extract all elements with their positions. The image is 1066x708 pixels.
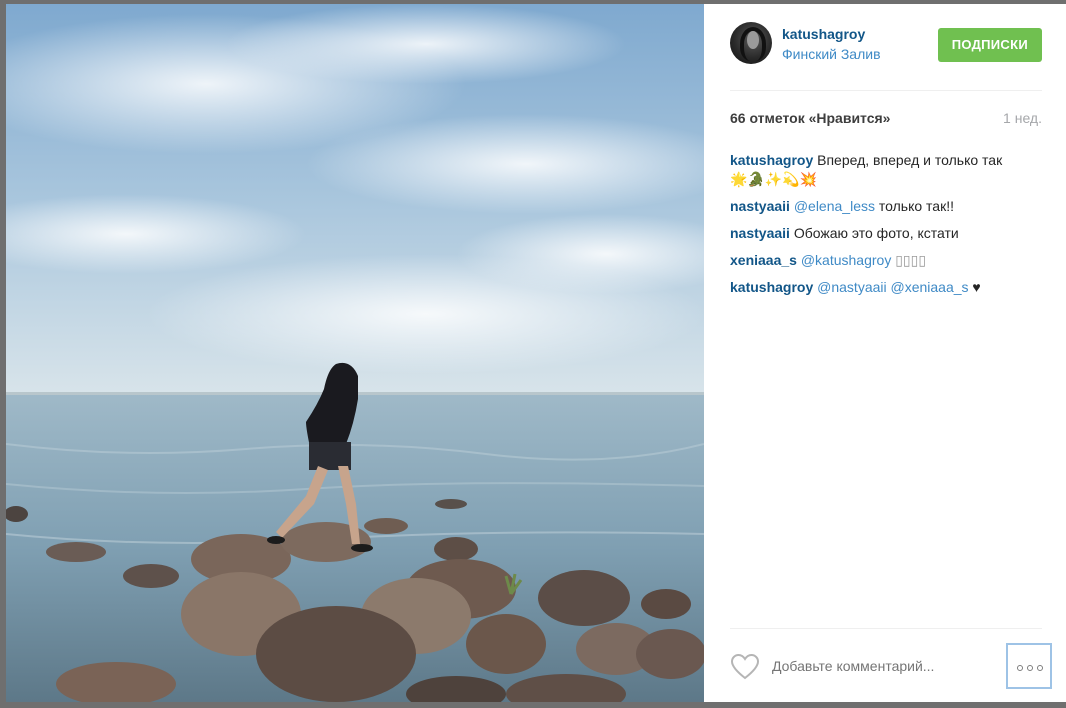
post-header: katushagroy Финский Залив ПОДПИСКИ (730, 22, 1042, 80)
comment-text: ▯▯▯▯ (891, 252, 927, 268)
post-modal: katushagroy Финский Залив ПОДПИСКИ 66 от… (6, 4, 1066, 702)
likes-count[interactable]: 66 отметок «Нравится» (730, 110, 890, 126)
username-link[interactable]: katushagroy (782, 26, 865, 42)
comments-list: katushagroy Вперед, вперед и только так 🌟… (730, 151, 1048, 305)
likes-row: 66 отметок «Нравится» 1 нед. (730, 110, 1042, 126)
comment-item: nastyaaii Обожаю это фото, кстати (730, 224, 1048, 243)
avatar-face (747, 31, 759, 49)
comment-item: katushagroy @nastyaaii @xeniaaa_s ♥ (730, 278, 1048, 297)
comment-mention[interactable]: @elena_less (790, 198, 875, 214)
post-photo[interactable] (6, 4, 704, 702)
comment-username[interactable]: xeniaaa_s (730, 252, 797, 268)
post-sidebar: katushagroy Финский Залив ПОДПИСКИ 66 от… (704, 4, 1066, 702)
comment-input[interactable] (772, 656, 1002, 676)
comment-item: katushagroy Вперед, вперед и только так 🌟… (730, 151, 1048, 189)
more-options-icon[interactable] (1006, 643, 1052, 689)
comment-box (730, 640, 1052, 690)
comment-username[interactable]: katushagroy (730, 279, 813, 295)
comment-username[interactable]: katushagroy (730, 152, 813, 168)
comment-text: ♥ (968, 279, 981, 295)
follow-button[interactable]: ПОДПИСКИ (937, 28, 1042, 62)
footer-divider (730, 628, 1042, 629)
comment-username[interactable]: nastyaaii (730, 225, 790, 241)
header-divider (730, 90, 1042, 91)
post-time[interactable]: 1 нед. (1003, 110, 1042, 126)
photo-image (6, 4, 704, 702)
location-link[interactable]: Финский Залив (782, 46, 881, 62)
comment-text: только так!! (874, 198, 954, 214)
avatar[interactable] (730, 22, 772, 64)
comment-mention[interactable]: @nastyaaii @xeniaaa_s (813, 279, 968, 295)
comment-mention[interactable]: @katushagroy (797, 252, 892, 268)
comment-emoji: 🌟🐊✨💫💥 (730, 171, 818, 187)
comment-username[interactable]: nastyaaii (730, 198, 790, 214)
comment-item: xeniaaa_s @katushagroy ▯▯▯▯ (730, 251, 1048, 270)
heart-icon[interactable] (730, 653, 760, 681)
comment-text: Вперед, вперед и только так (813, 152, 1003, 168)
comment-text: Обожаю это фото, кстати (789, 225, 959, 241)
comment-item: nastyaaii @elena_less только так!! (730, 197, 1048, 216)
